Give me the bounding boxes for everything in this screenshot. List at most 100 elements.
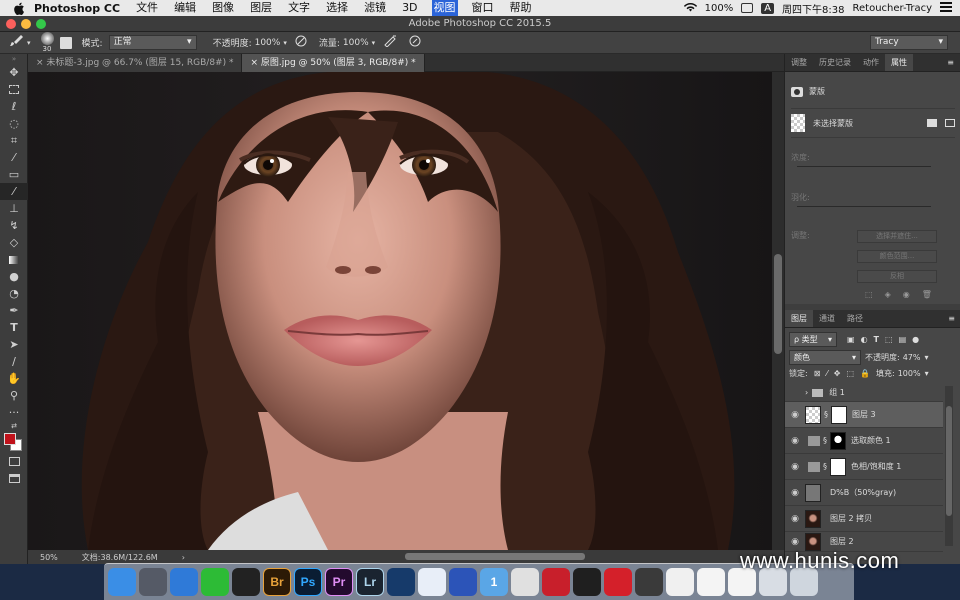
hand-tool-icon[interactable]: ✋	[0, 370, 28, 387]
layer-row-selective-color[interactable]: ◉ § 选取颜色 1	[785, 428, 943, 454]
quick-select-tool-icon[interactable]: ◌	[0, 115, 28, 132]
tab-adjustments[interactable]: 调整	[785, 54, 813, 71]
wifi-icon[interactable]	[683, 2, 697, 15]
user-name[interactable]: Retoucher-Tracy	[853, 3, 932, 14]
close-tab-icon[interactable]: ×	[36, 58, 46, 68]
add-pixel-mask-icon[interactable]	[927, 119, 937, 127]
eraser-tool-icon[interactable]: ◇	[0, 234, 28, 251]
layer-row-layer3[interactable]: ◉ § 图层 3	[785, 402, 943, 428]
tab-document-2[interactable]: × 原图.jpg @ 50% (图层 3, RGB/8#) *	[242, 54, 425, 72]
filter-smart-icon[interactable]: ▤	[899, 335, 907, 344]
dock-premiere-icon[interactable]: Pr	[325, 568, 353, 596]
toggle-mask-icon[interactable]: ◉	[903, 290, 910, 299]
apply-mask-icon[interactable]: ◈	[885, 290, 891, 299]
opacity-value[interactable]: 100%	[255, 38, 281, 48]
swap-colors-icon[interactable]: ⇄	[0, 421, 28, 431]
menu-edit[interactable]: 编辑	[172, 0, 198, 16]
dock-bridge-icon[interactable]: Br	[263, 568, 291, 596]
eyedropper-tool-icon[interactable]: ⁄	[0, 149, 28, 166]
panel-menu-icon[interactable]: ≡	[947, 54, 954, 71]
tab-paths[interactable]: 路径	[841, 310, 869, 327]
menu-list-icon[interactable]	[940, 1, 952, 15]
link-icon[interactable]: §	[823, 462, 827, 471]
chevron-down-icon[interactable]: ▾	[372, 39, 376, 47]
apple-icon[interactable]	[12, 1, 26, 15]
dock-cinema-icon[interactable]	[387, 568, 415, 596]
minimize-window-icon[interactable]	[21, 19, 31, 29]
layer-row-gray[interactable]: ◉ D%B（50%gray)	[785, 480, 943, 506]
path-select-tool-icon[interactable]: ➤	[0, 336, 28, 353]
eye-icon[interactable]: ◉	[785, 436, 805, 446]
dock-safari-icon[interactable]	[170, 568, 198, 596]
layer-name[interactable]: D%B（50%gray)	[830, 487, 896, 498]
menu-layer[interactable]: 图层	[248, 0, 274, 16]
marquee-tool-icon[interactable]	[0, 81, 28, 98]
dock-launchpad-icon[interactable]	[139, 568, 167, 596]
layer-name[interactable]: 图层 2 拷贝	[830, 513, 872, 524]
layer-opacity-value[interactable]: 47%	[903, 353, 921, 362]
chevron-down-icon[interactable]: ▾	[27, 39, 31, 47]
canvas-vertical-scrollbar[interactable]	[772, 72, 784, 550]
zoom-level[interactable]: 50%	[40, 553, 58, 562]
line-tool-icon[interactable]: ∕	[0, 353, 28, 370]
load-selection-icon[interactable]: ⬚	[865, 290, 873, 299]
workspace-select[interactable]: Tracy ▾	[870, 35, 948, 50]
eye-icon[interactable]: ◉	[785, 514, 805, 524]
dock-numbers-icon[interactable]	[697, 568, 725, 596]
filter-toggle-icon[interactable]: ●	[912, 335, 919, 344]
input-method[interactable]: A	[761, 2, 775, 14]
crop-tool-icon[interactable]: ⌗	[0, 132, 28, 149]
link-icon[interactable]: §	[824, 410, 828, 419]
layer-name[interactable]: 组 1	[829, 387, 845, 398]
filter-shape-icon[interactable]: ⬚	[885, 335, 893, 344]
layers-scrollbar[interactable]	[945, 386, 953, 546]
dock-finder-icon[interactable]	[108, 568, 136, 596]
blend-mode-select[interactable]: 颜色 ▾	[789, 350, 861, 365]
dock-qq-icon[interactable]	[232, 568, 260, 596]
feather-slider[interactable]	[797, 206, 931, 207]
layer-name[interactable]: 色相/饱和度 1	[851, 461, 901, 472]
mask-thumbnail[interactable]	[831, 405, 847, 424]
dock-textedit-icon[interactable]	[666, 568, 694, 596]
dock-lightroom-icon[interactable]: Lr	[356, 568, 384, 596]
close-tab-icon[interactable]: ×	[250, 58, 260, 68]
lock-image-icon[interactable]: ⁄	[826, 369, 827, 378]
density-slider[interactable]	[797, 166, 931, 167]
fill-value[interactable]: 100%	[898, 369, 921, 378]
flow-value[interactable]: 100%	[343, 38, 369, 48]
menu-image[interactable]: 图像	[210, 0, 236, 16]
eye-icon[interactable]: ◉	[785, 488, 805, 498]
brush-tool-icon[interactable]	[8, 34, 24, 51]
foreground-color-swatch[interactable]	[4, 433, 16, 445]
tab-document-1[interactable]: × 未标题-3.jpg @ 66.7% (图层 15, RGB/8#) *	[28, 54, 243, 72]
zoom-window-icon[interactable]	[36, 19, 46, 29]
dock-netease-icon[interactable]	[604, 568, 632, 596]
dock-one-icon[interactable]: 1	[480, 568, 508, 596]
dock-photoshop-icon[interactable]: Ps	[294, 568, 322, 596]
filter-adjust-icon[interactable]: ◐	[861, 335, 868, 344]
dock-media-icon[interactable]	[542, 568, 570, 596]
tab-properties[interactable]: 属性	[885, 54, 913, 71]
link-icon[interactable]: §	[823, 436, 827, 445]
pen-tool-icon[interactable]: ✒	[0, 302, 28, 319]
expand-chevron-icon[interactable]: ›	[805, 388, 808, 397]
layer-row-group[interactable]: › 组 1	[785, 384, 943, 402]
dock-davinci-icon[interactable]	[511, 568, 539, 596]
invert-button[interactable]: 反相	[857, 270, 937, 283]
eye-icon[interactable]: ◉	[785, 537, 805, 547]
select-and-mask-button[interactable]: 选择并遮住...	[857, 230, 937, 243]
screen-mode-icon[interactable]	[0, 470, 28, 487]
menu-view[interactable]: 视图	[431, 0, 458, 16]
eye-icon[interactable]: ◉	[785, 410, 805, 420]
lasso-tool-icon[interactable]: ℓ	[0, 98, 28, 115]
close-window-icon[interactable]	[6, 19, 16, 29]
color-range-button[interactable]: 颜色范围...	[857, 250, 937, 263]
toolbar-collapse-icon[interactable]: »	[0, 54, 28, 64]
menu-3d[interactable]: 3D	[400, 0, 419, 16]
dock-wechat-icon[interactable]	[201, 568, 229, 596]
move-tool-icon[interactable]: ✥	[0, 64, 28, 81]
tab-history[interactable]: 历史记录	[813, 54, 857, 71]
app-menu-photoshop[interactable]: Photoshop CC	[34, 2, 120, 15]
mode-select[interactable]: 正常 ▾	[108, 35, 197, 50]
pressure-opacity-icon[interactable]	[295, 35, 307, 50]
